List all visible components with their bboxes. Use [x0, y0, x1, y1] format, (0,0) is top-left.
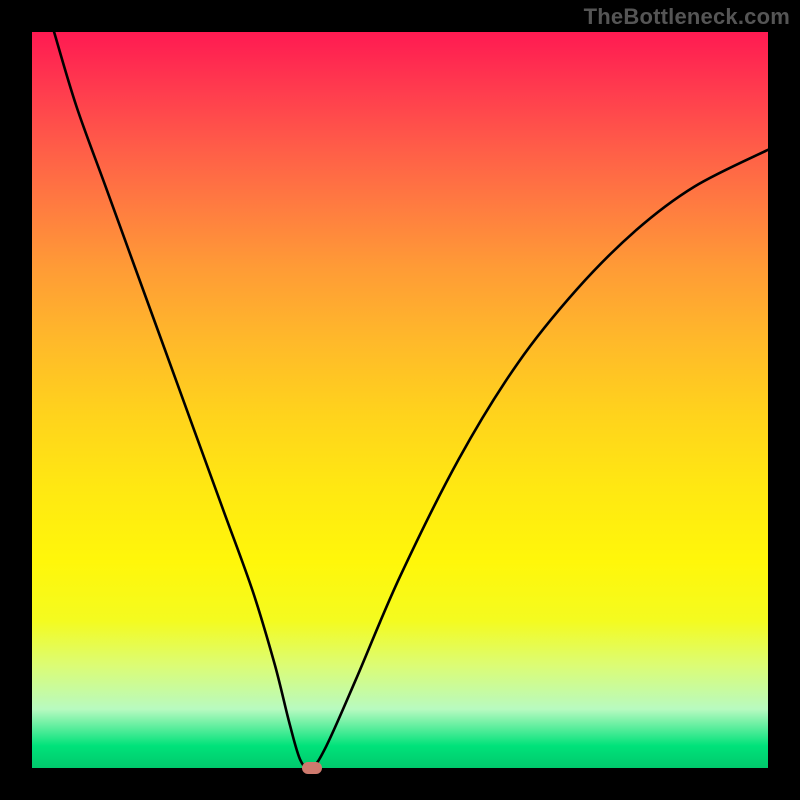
- bottleneck-curve-path: [54, 32, 768, 768]
- bottleneck-marker: [302, 762, 322, 774]
- line-series: [32, 32, 768, 768]
- watermark-text: TheBottleneck.com: [584, 4, 790, 30]
- chart-frame: TheBottleneck.com: [0, 0, 800, 800]
- plot-area: [32, 32, 768, 768]
